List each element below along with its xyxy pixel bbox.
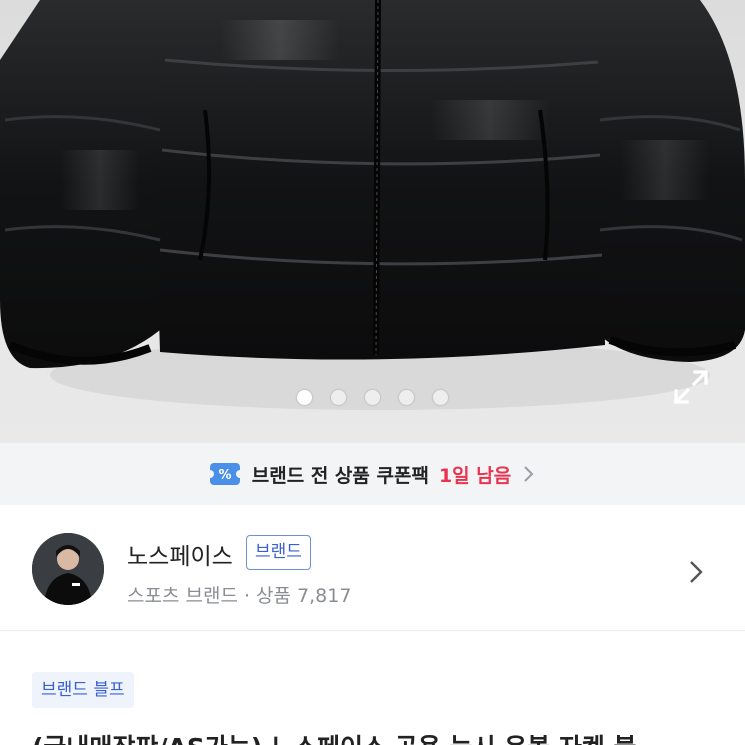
carousel-dot-1[interactable] <box>297 390 312 405</box>
carousel-dot-3[interactable] <box>365 390 380 405</box>
category-badge: 브랜드 블프 <box>32 672 134 708</box>
product-image-carousel[interactable] <box>0 0 745 443</box>
svg-text:%: % <box>218 468 231 483</box>
brand-row[interactable]: 노스페이스 브랜드 스포츠 브랜드 · 상품 7,817 <box>0 505 745 631</box>
coupon-tag-icon: % <box>209 463 240 485</box>
carousel-indicator <box>0 390 745 405</box>
coupon-text: 브랜드 전 상품 쿠폰팩 <box>251 464 429 487</box>
carousel-dot-5[interactable] <box>433 390 448 405</box>
brand-badge: 브랜드 <box>246 535 311 570</box>
chevron-right-icon <box>524 466 534 482</box>
brand-avatar <box>32 533 104 605</box>
brand-name: 노스페이스 <box>127 544 233 570</box>
expand-icon[interactable] <box>672 368 710 406</box>
coupon-deadline: 1일 남음 <box>438 464 512 487</box>
carousel-dot-2[interactable] <box>331 390 346 405</box>
product-title: (국내매장판/AS가능) 노스페이스 공용 눕시 온볼 자켓 블 <box>32 728 745 745</box>
coupon-banner[interactable]: % 브랜드 전 상품 쿠폰팩 1일 남음 <box>0 443 745 505</box>
carousel-dot-4[interactable] <box>399 390 414 405</box>
product-image <box>0 0 745 410</box>
brand-subtitle: 스포츠 브랜드 · 상품 7,817 <box>127 585 352 607</box>
chevron-right-icon[interactable] <box>688 560 704 584</box>
